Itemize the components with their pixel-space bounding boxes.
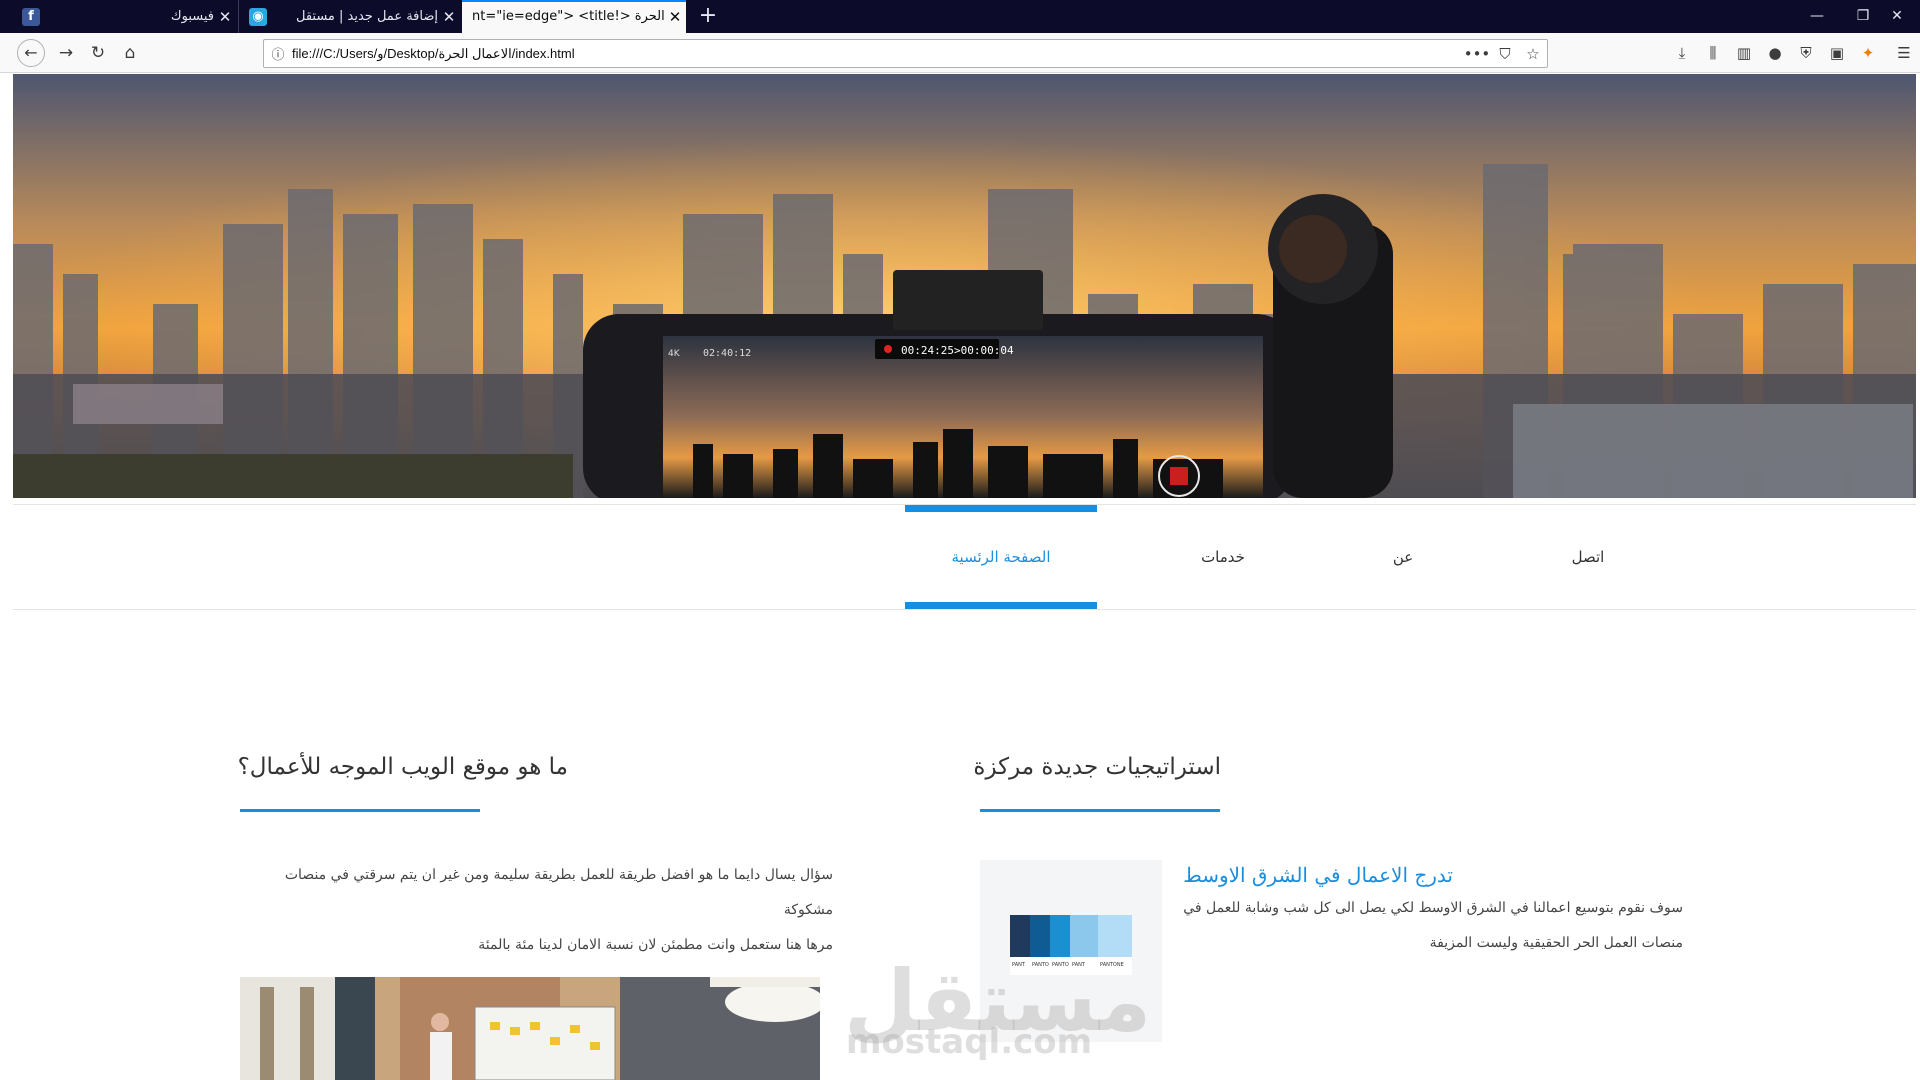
- phone-clock-text: 02:40:12: [703, 348, 751, 359]
- tab-close-icon[interactable]: ✕: [214, 8, 236, 26]
- main-navigation: الصفحة الرئسية خدمات عن اتصل: [13, 504, 1916, 610]
- tab-active-page[interactable]: nt="ie=edge"> <title!> الاعمال الحرة ✕: [462, 0, 686, 33]
- watermark-latin: mostaql.com: [846, 1022, 1093, 1062]
- new-tab-button[interactable]: +: [694, 3, 722, 31]
- article-paragraph-line: منصات العمل الحر الحقيقية وليست المزيفة: [1429, 935, 1683, 951]
- sidebar-icon[interactable]: ▥: [1730, 39, 1758, 67]
- reload-icon[interactable]: ↻: [84, 39, 112, 67]
- tab-title: nt="ie=edge"> <title!> الاعمال الحرة: [472, 9, 664, 24]
- mostaql-icon: ◉: [249, 7, 267, 26]
- site-info-icon[interactable]: ⓘ: [264, 44, 292, 63]
- web-page: 00:24:25>00:00:04 02:40:12 4K الصفحة الر…: [13, 74, 1916, 1080]
- tab-facebook[interactable]: f فيسبوك ✕: [10, 0, 236, 33]
- facebook-icon: f: [22, 7, 40, 26]
- close-window-button[interactable]: ✕: [1874, 0, 1920, 33]
- hero-image: 00:24:25>00:00:04 02:40:12 4K: [13, 74, 1916, 498]
- pocket-icon[interactable]: ⛉: [1491, 45, 1519, 63]
- url-text[interactable]: file:///C:/Users/و/Desktop/الاعمال الحرة…: [292, 46, 1463, 62]
- article-paragraph-line: سوف نقوم بتوسيع اعمالنا في الشرق الاوسط …: [1183, 900, 1683, 916]
- tab-title: فيسبوك: [170, 9, 214, 24]
- left-paragraph-line: مرها هنا ستعمل وانت مطمئن لان نسبة الاما…: [478, 937, 833, 953]
- right-heading-underline: [980, 809, 1220, 812]
- left-section-paragraph: سؤال يسال دايما ما هو افضل طريقة للعمل ب…: [233, 858, 833, 963]
- recording-time-text: 00:24:25>00:00:04: [901, 344, 1014, 357]
- office-photo: [240, 977, 820, 1080]
- left-paragraph-line: سؤال يسال دايما ما هو افضل طريقة للعمل ب…: [284, 867, 833, 918]
- screenshot-icon[interactable]: ▣: [1823, 39, 1851, 67]
- back-arrow-icon[interactable]: ←: [17, 39, 45, 67]
- article-paragraph: سوف نقوم بتوسيع اعمالنا في الشرق الاوسط …: [1163, 891, 1683, 961]
- browser-tab-bar: f فيسبوك ✕ ◉ إضافة عمل جديد | مستقل ✕ nt…: [0, 0, 1920, 33]
- minimize-button[interactable]: —: [1794, 0, 1840, 33]
- nav-item-home[interactable]: الصفحة الرئسية: [905, 505, 1097, 609]
- forward-arrow-icon[interactable]: →: [52, 39, 80, 67]
- tab-close-icon[interactable]: ✕: [438, 8, 460, 26]
- left-section-heading: ما هو موقع الويب الموجه للأعمال؟: [237, 754, 568, 780]
- nav-item-services[interactable]: خدمات: [1133, 505, 1313, 609]
- menu-icon[interactable]: ☰: [1890, 39, 1918, 67]
- bookmark-star-icon[interactable]: ☆: [1519, 45, 1547, 63]
- tab-close-icon[interactable]: ✕: [664, 8, 686, 26]
- browser-toolbar: ← → ↻ ⌂ ⓘ file:///C:/Users/و/Desktop/الا…: [0, 33, 1920, 73]
- right-section-heading: استراتيجيات جديدة مركزة: [973, 754, 1221, 780]
- account-icon[interactable]: ●: [1761, 39, 1789, 67]
- phone-badge-text: 4K: [668, 349, 681, 359]
- nav-item-about[interactable]: عن: [1313, 505, 1493, 609]
- page-actions-icon[interactable]: •••: [1463, 45, 1491, 63]
- extension-icon[interactable]: ✦: [1854, 39, 1882, 67]
- left-heading-underline: [240, 809, 480, 812]
- shield-icon[interactable]: ⛨: [1792, 39, 1820, 67]
- downloads-icon[interactable]: ⤓: [1668, 39, 1696, 67]
- nav-item-contact[interactable]: اتصل: [1493, 505, 1683, 609]
- article-title-link[interactable]: تدرج الاعمال في الشرق الاوسط: [1163, 863, 1453, 887]
- library-icon[interactable]: ⫼: [1699, 39, 1727, 67]
- tab-title: إضافة عمل جديد | مستقل: [295, 9, 438, 24]
- address-bar[interactable]: ⓘ file:///C:/Users/و/Desktop/الاعمال الح…: [263, 39, 1548, 68]
- home-icon[interactable]: ⌂: [116, 39, 144, 67]
- tab-mostaql[interactable]: ◉ إضافة عمل جديد | مستقل ✕: [238, 0, 460, 33]
